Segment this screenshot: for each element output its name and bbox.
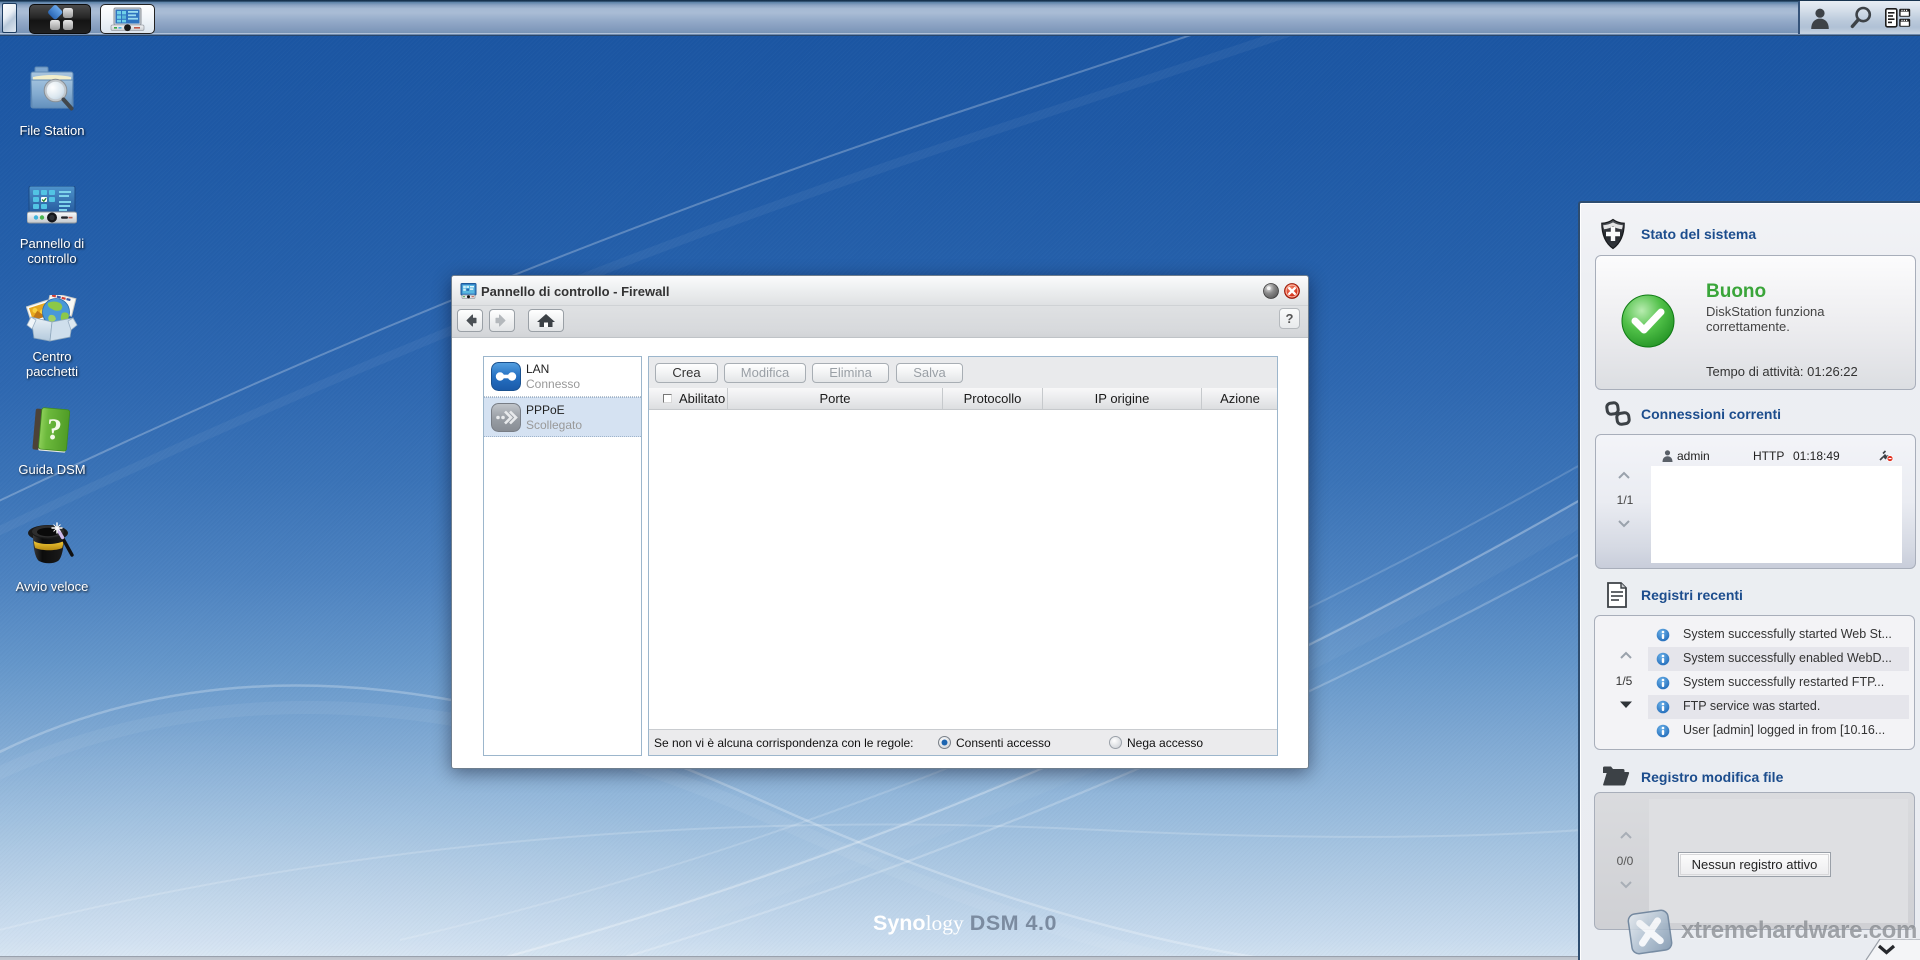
svg-text:?: ? [45, 413, 63, 447]
